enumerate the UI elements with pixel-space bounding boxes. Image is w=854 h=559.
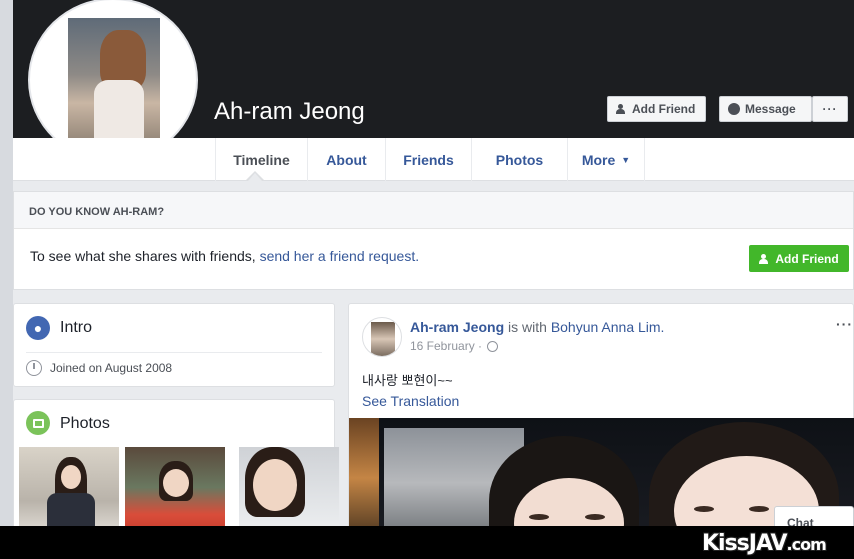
- photo-detail: [585, 514, 605, 520]
- clock-icon: [26, 360, 42, 376]
- post-with-text: is with: [504, 319, 551, 335]
- photo-detail: [371, 322, 395, 356]
- timeline-post: Ah-ram Jeong is with Bohyun Anna Lim. 16…: [348, 303, 854, 526]
- prompt-text: To see what she shares with friends, sen…: [30, 248, 419, 264]
- post-author-link[interactable]: Ah-ram Jeong: [410, 319, 504, 335]
- watermark: KissJAV.com: [702, 531, 827, 556]
- prompt-heading: DO YOU KNOW AH-RAM?: [14, 192, 853, 229]
- message-label: Message: [745, 102, 796, 116]
- prompt-body: To see what she shares with friends,: [30, 248, 260, 264]
- intro-title: Intro: [60, 319, 93, 336]
- tab-photos[interactable]: Photos: [471, 138, 567, 181]
- photo-detail: [163, 469, 189, 497]
- photo-thumbnail[interactable]: [125, 447, 225, 526]
- post-header: Ah-ram Jeong is with Bohyun Anna Lim.: [410, 319, 664, 335]
- photo-detail: [694, 506, 714, 512]
- more-options-button[interactable]: ···: [812, 96, 848, 122]
- add-friend-green-label: Add Friend: [775, 251, 839, 266]
- divider: [26, 352, 322, 353]
- messenger-icon: [728, 103, 740, 115]
- photo-thumbnail[interactable]: [19, 447, 119, 526]
- friend-request-link[interactable]: send her a friend request.: [260, 248, 420, 264]
- see-translation-link[interactable]: See Translation: [362, 393, 459, 409]
- photos-card: Photos: [13, 399, 339, 526]
- post-author-avatar[interactable]: [362, 317, 402, 357]
- profile-name: Ah-ram Jeong: [214, 98, 365, 125]
- add-friend-button[interactable]: Add Friend: [607, 96, 706, 122]
- intro-card: ● Intro Joined on August 2008: [13, 303, 335, 387]
- chat-tab[interactable]: Chat: [774, 506, 854, 526]
- photo-detail: [349, 418, 379, 526]
- post-timestamp[interactable]: 16 February ·: [410, 339, 499, 353]
- tab-about[interactable]: About: [307, 138, 385, 181]
- public-globe-icon: [487, 340, 499, 352]
- photo-detail: [61, 465, 81, 489]
- post-options-button[interactable]: ···: [836, 316, 853, 332]
- post-text: 내사랑 뽀현이~~: [362, 373, 453, 388]
- tab-more-label: More: [581, 151, 616, 168]
- add-person-icon: [616, 104, 627, 114]
- add-person-icon: [759, 253, 770, 264]
- photo-detail: [47, 493, 95, 526]
- message-button[interactable]: Message: [719, 96, 812, 122]
- active-tab-pointer-inner: [248, 173, 262, 181]
- tab-more[interactable]: More ▼: [567, 138, 645, 181]
- caret-down-icon: ▼: [621, 154, 631, 165]
- watermark-suffix: .com: [786, 535, 827, 554]
- photo-detail: [253, 459, 297, 511]
- friend-request-prompt: DO YOU KNOW AH-RAM? To see what she shar…: [13, 191, 854, 290]
- facebook-profile-page: Ah-ram Jeong Add Friend Message ··· Time…: [0, 0, 854, 526]
- photo-detail: [749, 506, 769, 512]
- tagged-friend-link[interactable]: Bohyun Anna Lim.: [551, 319, 665, 335]
- watermark-main: KissJAV: [702, 531, 788, 556]
- add-friend-green-button[interactable]: Add Friend: [749, 245, 849, 272]
- globe-icon: ●: [26, 316, 50, 340]
- photos-icon: [26, 411, 50, 435]
- tab-friends[interactable]: Friends: [385, 138, 471, 181]
- profile-tab-bar: Timeline About Friends Photos More ▼: [13, 138, 854, 181]
- joined-date: Joined on August 2008: [50, 361, 173, 375]
- add-friend-label: Add Friend: [632, 102, 696, 116]
- photo-thumbnail[interactable]: [239, 447, 339, 526]
- photos-title[interactable]: Photos: [60, 415, 110, 433]
- post-date: 16 February ·: [410, 339, 483, 353]
- photo-detail: [529, 514, 549, 520]
- left-edge: [0, 0, 13, 526]
